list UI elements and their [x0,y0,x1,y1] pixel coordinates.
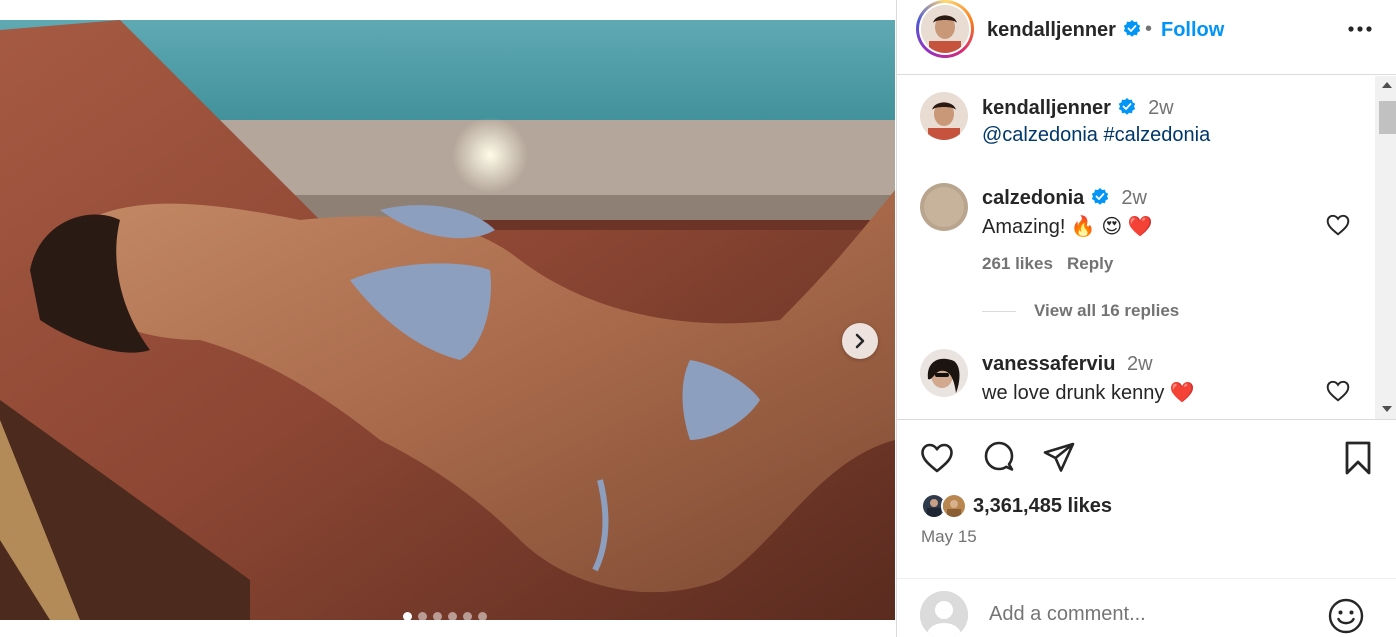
caption-time: 2w [1148,97,1174,119]
verified-badge-icon [1123,20,1140,37]
follow-button[interactable]: Follow [1161,19,1224,42]
caption-author-avatar[interactable] [920,92,968,140]
carousel-dot [463,612,472,620]
carousel-dot [403,612,412,620]
comment-author-avatar[interactable] [920,183,968,231]
post-media[interactable] [0,20,895,620]
author-username[interactable]: kendalljenner [987,19,1142,42]
view-replies-line [982,310,1016,312]
comment-text: Amazing! 🔥 😍 ❤️ [982,216,1153,238]
comment-text: we love drunk kenny ❤️ [982,382,1195,404]
share-icon[interactable] [1041,440,1077,476]
comment-time: 2w [1121,187,1147,209]
caption-author[interactable]: kendalljenner 2w [982,97,1174,120]
author-avatar [921,5,969,53]
comment-author-avatar[interactable] [920,349,968,397]
story-ring[interactable] [916,0,974,58]
comment-likes[interactable]: 261 likes [982,254,1053,274]
verified-badge-icon [1118,98,1135,115]
carousel-indicator [403,612,487,620]
carousel-dot [418,612,427,620]
current-user-avatar [920,591,968,637]
carousel-dot [448,612,457,620]
bookmark-icon[interactable] [1340,440,1376,476]
comment-author-name: vanessaferviu [982,353,1116,375]
comment-author-name: calzedonia [982,187,1085,209]
liker-avatar [941,493,967,519]
post-date[interactable]: May 15 [921,527,977,547]
post-header: kendalljenner • Follow [897,0,1396,75]
scroll-down-arrow[interactable] [1382,406,1392,412]
comment-author[interactable]: calzedonia 2w [982,187,1147,210]
carousel-dot [478,612,487,620]
author-username-text: kendalljenner [987,19,1116,41]
more-options-icon[interactable] [1345,17,1375,41]
likes-summary[interactable]: 3,361,485 likes [921,492,1112,520]
carousel-dot [433,612,442,620]
view-replies-label: View all 16 replies [1034,301,1180,320]
view-replies-button[interactable]: View all 16 replies [982,301,1179,321]
scrollbar-thumb[interactable] [1379,101,1396,134]
caption-author-name: kendalljenner [982,97,1111,119]
emoji-icon[interactable] [1327,597,1365,635]
post-side-panel: kendalljenner • Follow kendalljenner 2w … [896,0,1396,637]
comments-scrollbar[interactable] [1375,76,1396,419]
chevron-right-icon [855,333,865,349]
add-comment-bar [897,578,1396,637]
heart-icon[interactable] [919,440,955,476]
heart-icon[interactable] [1325,212,1351,238]
heart-icon[interactable] [1325,378,1351,404]
verified-badge-icon [1091,188,1109,205]
comment-author[interactable]: vanessaferviu 2w [982,353,1153,376]
comments-list[interactable]: kendalljenner 2w @calzedonia #calzedonia… [897,76,1396,420]
post-actions [897,440,1396,480]
scroll-up-arrow[interactable] [1382,82,1392,88]
comment-time: 2w [1126,353,1153,375]
header-separator: • [1145,18,1153,40]
comment-input[interactable] [989,603,1309,626]
next-slide-button[interactable] [842,323,878,359]
reply-button[interactable]: Reply [1067,254,1113,274]
caption-text[interactable]: @calzedonia #calzedonia [982,124,1210,147]
likes-count[interactable]: 3,361,485 likes [973,495,1112,518]
comment-icon[interactable] [981,440,1017,476]
post-photo [0,20,895,620]
